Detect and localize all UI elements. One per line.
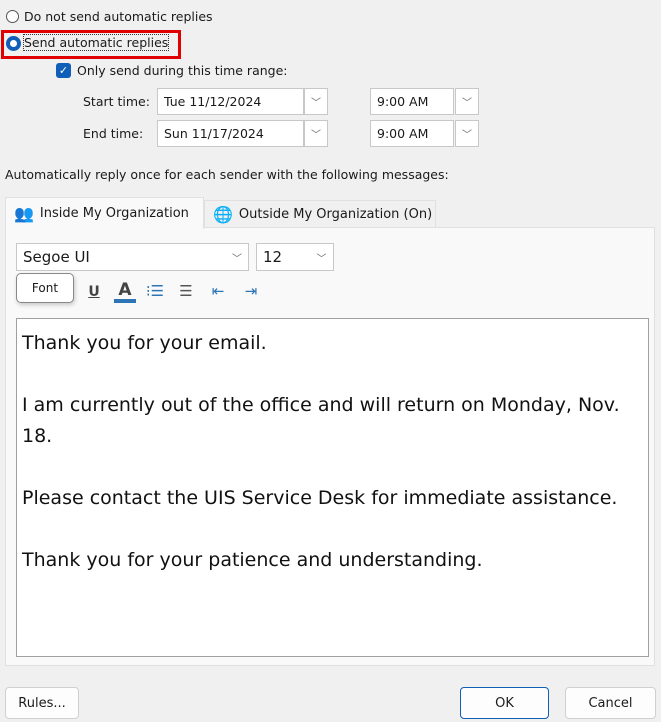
end-date-dropdown[interactable]: ﹀ [304,120,328,147]
end-time-label: End time: [83,126,144,141]
ok-button[interactable]: OK [460,687,549,719]
rules-button[interactable]: Rules... [5,687,79,719]
increase-indent-icon[interactable]: ⇥ [240,282,262,300]
start-date-field[interactable]: Tue 11/12/2024 [157,88,304,115]
start-date-dropdown[interactable]: ﹀ [304,88,328,115]
tab-inside-organization[interactable]: 👥 Inside My Organization [5,197,204,229]
end-time-dropdown[interactable]: ﹀ [455,120,479,147]
end-time-field[interactable]: 9:00 AM [370,120,454,147]
decrease-indent-icon[interactable]: ⇤ [207,282,229,300]
chevron-down-icon: ﹀ [316,253,327,265]
chevron-down-icon: ﹀ [462,130,472,141]
start-time-dropdown[interactable]: ﹀ [455,88,479,115]
message-line: Thank you for your email. [22,332,267,354]
font-value: Segoe UI [23,248,90,266]
underline-button[interactable]: U [83,284,105,300]
message-line: Please contact the UIS Service Desk for … [22,487,618,509]
font-color-button[interactable]: A [114,281,136,303]
cancel-button[interactable]: Cancel [565,687,656,719]
no-reply-label[interactable]: Do not send automatic replies [24,9,213,24]
chevron-down-icon: ﹀ [311,130,321,141]
people-icon: 👥 [14,204,34,223]
time-range-checkbox[interactable]: ✓ [56,63,71,78]
instructions-label: Automatically reply once for each sender… [5,167,449,182]
time-range-label[interactable]: Only send during this time range: [77,63,288,78]
size-value: 12 [263,248,283,266]
chevron-down-icon: ﹀ [462,98,472,109]
send-reply-radio[interactable] [6,36,21,51]
tab-outside-organization[interactable]: 🌐 Outside My Organization (On) [204,200,436,228]
font-tooltip: Font [16,273,74,303]
chevron-down-icon: ﹀ [311,98,321,109]
start-time-label: Start time: [83,94,150,109]
message-editor[interactable]: Thank you for your email. I am currently… [16,318,649,657]
font-dropdown[interactable]: ﹀ [228,246,246,268]
numbering-icon[interactable]: ☰ [175,282,197,300]
size-dropdown[interactable]: ﹀ [312,246,331,268]
tab-label: Inside My Organization [39,206,189,221]
globe-icon: 🌐 [213,204,233,224]
bullets-icon[interactable]: ⁝☰ [144,282,166,300]
message-line: Thank you for your patience and understa… [22,549,483,571]
font-select[interactable]: Segoe UI [16,243,249,271]
chevron-down-icon: ﹀ [232,253,242,265]
message-line: I am currently out of the office and wil… [22,394,620,447]
send-reply-label[interactable]: Send automatic replies [22,34,170,51]
start-time-field[interactable]: 9:00 AM [370,88,454,115]
end-date-field[interactable]: Sun 11/17/2024 [157,120,304,147]
tab-label: Outside My Organization (On) [238,206,433,222]
no-reply-radio[interactable] [6,10,19,23]
